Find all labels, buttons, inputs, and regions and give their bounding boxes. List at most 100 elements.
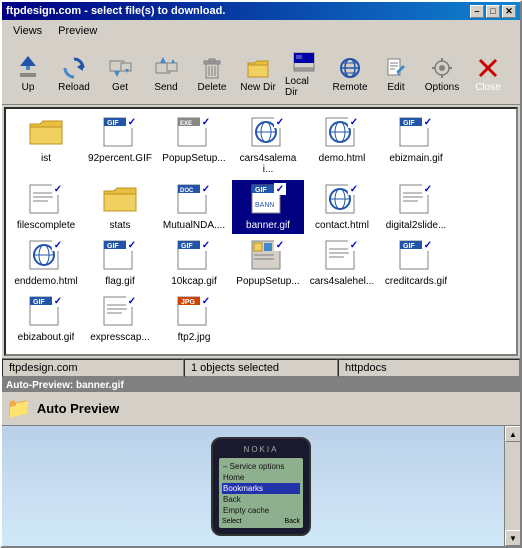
menu-preview[interactable]: Preview (51, 22, 104, 40)
file-item[interactable]: ist (10, 113, 82, 178)
checkmark-icon: ✓ (348, 239, 360, 251)
toolbar-localdir[interactable]: Local Dir (282, 45, 326, 101)
folder-icon-2 (102, 183, 138, 219)
delete-icon (198, 54, 226, 82)
file-name: ist (41, 153, 51, 164)
scroll-up-button[interactable]: ▲ (505, 426, 520, 442)
toolbar-send[interactable]: Send (144, 51, 188, 96)
file-name: stats (109, 220, 130, 231)
file-item[interactable]: ✓ cars4salehel... (306, 236, 378, 290)
svg-text:JPG: JPG (181, 299, 196, 306)
file-item[interactable]: ✓ digital2slide... (380, 180, 452, 234)
remote-icon (336, 54, 364, 82)
preview-header-title: Auto Preview (37, 401, 119, 416)
close-window-button[interactable]: ✕ (502, 5, 516, 18)
file-generic-icon: ✓ (28, 183, 64, 219)
file-item[interactable]: ✓ enddemo.html (10, 236, 82, 290)
file-item[interactable]: JPG ✓ ftp2.jpg (158, 292, 230, 346)
toolbar-up[interactable]: Up (6, 51, 50, 96)
gif-file-icon-selected: GIF BANN ✓ (250, 183, 286, 219)
preview-header: 📁 Auto Preview (2, 392, 520, 426)
toolbar-close[interactable]: Close (466, 51, 510, 96)
toolbar-newdir[interactable]: New Dir (236, 51, 280, 96)
exe-file-icon-2: ✓ (250, 239, 286, 275)
minimize-button[interactable]: – (470, 5, 484, 18)
file-item[interactable]: GIF ✓ 92percent.GIF (84, 113, 156, 178)
toolbar-edit[interactable]: Edit (374, 51, 418, 96)
status-directory: httpdocs (338, 359, 520, 377)
preview-folder-icon: 📁 (6, 396, 31, 421)
file-item[interactable]: GIF ✓ flag.gif (84, 236, 156, 290)
checkmark-icon: ✓ (422, 239, 434, 251)
checkmark-icon: ✓ (126, 116, 138, 128)
doc-file-icon: DOC ✓ (176, 183, 212, 219)
phone-menu-back: Back (222, 494, 300, 505)
phone-nav-back: Back (284, 518, 300, 525)
file-name: 10kcap.gif (171, 276, 217, 287)
menu-views[interactable]: Views (6, 22, 49, 40)
gif-file-icon-5: GIF ✓ (398, 239, 434, 275)
toolbar-reload[interactable]: Reload (52, 51, 96, 96)
phone-menu-bookmarks: Bookmarks (222, 483, 300, 494)
svg-text:GIF: GIF (107, 120, 119, 127)
checkmark-icon: ✓ (200, 116, 212, 128)
checkmark-icon: ✓ (274, 239, 286, 251)
up-icon (14, 54, 42, 82)
file-name: PopupSetup... (236, 276, 299, 287)
maximize-button[interactable]: □ (486, 5, 500, 18)
phone-brand: NOKIA (219, 445, 303, 454)
toolbar-get[interactable]: Get (98, 51, 142, 96)
gif-file-icon-6: GIF ✓ (28, 295, 64, 331)
toolbar-get-label: Get (112, 82, 128, 93)
file-name: filescomplete (17, 220, 75, 231)
checkmark-icon: ✓ (274, 116, 286, 128)
file-item[interactable]: ✓ expresscap... (84, 292, 156, 346)
checkmark-icon: ✓ (52, 183, 64, 195)
file-generic-icon-4: ✓ (102, 295, 138, 331)
file-item[interactable]: ✓ contact.html (306, 180, 378, 234)
file-item[interactable]: GIF ✓ creditcards.gif (380, 236, 452, 290)
scroll-down-button[interactable]: ▼ (505, 530, 520, 546)
phone-menu-service: – Service options (222, 461, 300, 472)
toolbar-options-label: Options (425, 82, 459, 93)
checkmark-icon: ✓ (200, 183, 212, 195)
file-item[interactable]: ✓ PopupSetup... (232, 236, 304, 290)
status-bar: ftpdesign.com 1 objects selected httpdoc… (2, 358, 520, 377)
file-name: flag.gif (105, 276, 134, 287)
file-item[interactable]: GIF ✓ 10kcap.gif (158, 236, 230, 290)
toolbar-remote[interactable]: Remote (328, 51, 372, 96)
file-item[interactable]: ✓ demo.html (306, 113, 378, 178)
newdir-icon (244, 54, 272, 82)
send-icon (152, 54, 180, 82)
checkmark-icon: ✓ (126, 239, 138, 251)
phone-menu-home: Home (222, 472, 300, 483)
preview-scrollbar: ▲ ▼ (504, 426, 520, 546)
toolbar-send-label: Send (154, 82, 177, 93)
file-name: ftp2.jpg (178, 332, 211, 343)
file-item[interactable]: stats (84, 180, 156, 234)
file-name: 92percent.GIF (88, 153, 152, 164)
file-name: ebizabout.gif (18, 332, 75, 343)
toolbar-localdir-label: Local Dir (285, 76, 323, 98)
file-item[interactable]: ✓ filescomplete (10, 180, 82, 234)
checkmark-icon: ✓ (52, 295, 64, 307)
preview-section: Auto-Preview: banner.gif 📁 Auto Preview … (2, 377, 520, 546)
checkmark-icon: ✓ (52, 239, 64, 251)
file-item[interactable]: ✓ cars4salemai... (232, 113, 304, 178)
file-name: PopupSetup... (162, 153, 225, 164)
toolbar-reload-label: Reload (58, 82, 90, 93)
file-name: cars4salehel... (310, 276, 374, 287)
file-item[interactable]: GIF ✓ ebizmain.gif (380, 113, 452, 178)
svg-text:GIF: GIF (403, 243, 415, 250)
file-item-selected[interactable]: GIF BANN ✓ banner.gif (232, 180, 304, 234)
edit-icon (382, 54, 410, 82)
toolbar-options[interactable]: Options (420, 51, 464, 96)
toolbar-delete[interactable]: Delete (190, 51, 234, 96)
file-item[interactable]: EXE ✓ PopupSetup... (158, 113, 230, 178)
gif-file-icon-3: GIF ✓ (102, 239, 138, 275)
toolbar-delete-label: Delete (198, 82, 227, 93)
gif-file-icon-2: GIF ✓ (398, 116, 434, 152)
file-item[interactable]: GIF ✓ ebizabout.gif (10, 292, 82, 346)
checkmark-icon: ✓ (422, 183, 434, 195)
file-item[interactable]: DOC ✓ MutualNDA.... (158, 180, 230, 234)
